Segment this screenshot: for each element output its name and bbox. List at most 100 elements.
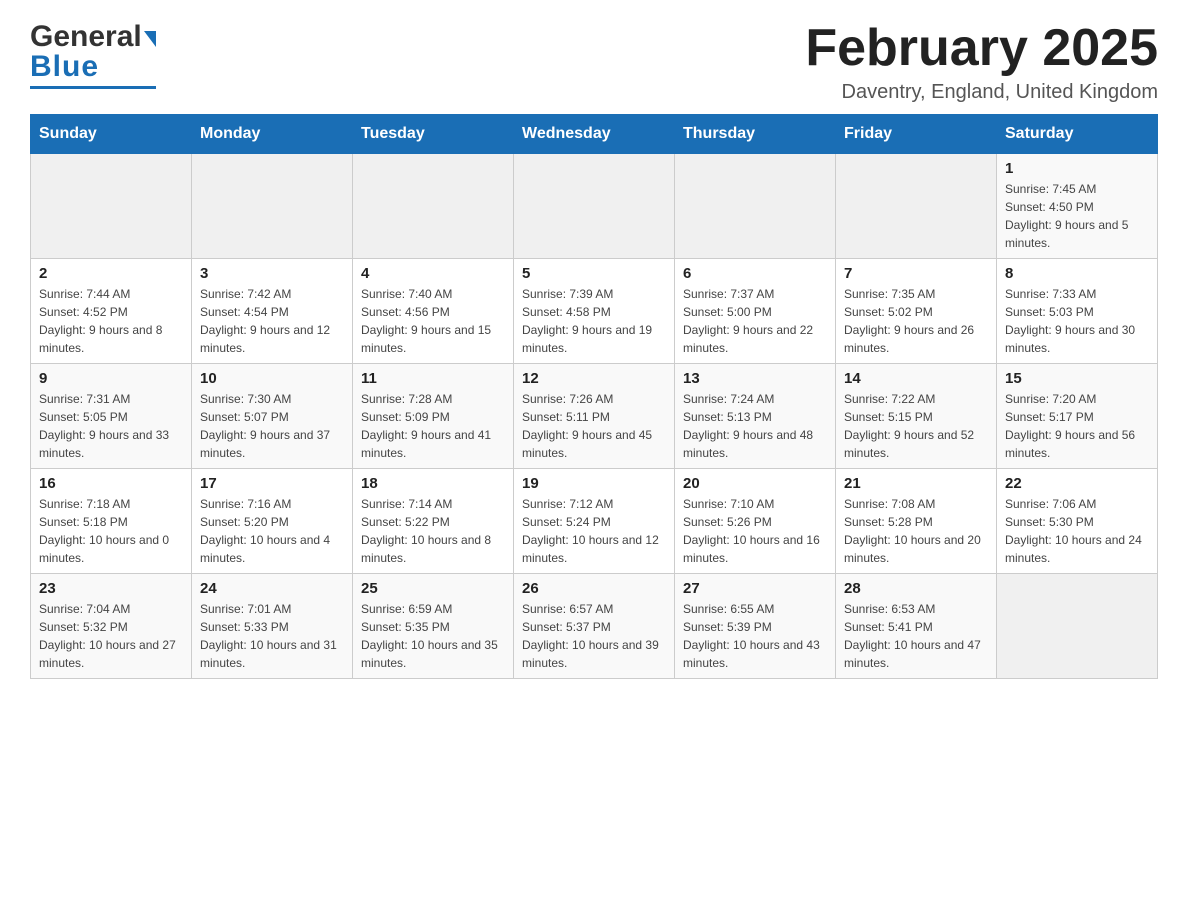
calendar-day-header: Tuesday [353, 115, 514, 154]
calendar-day-cell: 8 Sunrise: 7:33 AM Sunset: 5:03 PM Daylig… [997, 259, 1158, 364]
logo-triangle-icon [144, 31, 156, 47]
calendar-day-cell [997, 574, 1158, 679]
logo-text: General [30, 20, 156, 54]
calendar-day-cell: 9 Sunrise: 7:31 AM Sunset: 5:05 PM Daylig… [31, 364, 192, 469]
calendar-day-cell: 12 Sunrise: 7:26 AM Sunset: 5:11 PM Dayli… [514, 364, 675, 469]
calendar-day-cell: 25 Sunrise: 6:59 AM Sunset: 5:35 PM Dayli… [353, 574, 514, 679]
day-info: Sunrise: 7:44 AM Sunset: 4:52 PM Dayligh… [39, 285, 183, 357]
calendar-day-cell [192, 154, 353, 259]
day-number: 11 [361, 370, 505, 387]
day-info: Sunrise: 6:53 AM Sunset: 5:41 PM Dayligh… [844, 600, 988, 672]
logo-underline [30, 86, 156, 89]
day-info: Sunrise: 6:59 AM Sunset: 5:35 PM Dayligh… [361, 600, 505, 672]
calendar-day-cell [836, 154, 997, 259]
calendar-day-cell: 16 Sunrise: 7:18 AM Sunset: 5:18 PM Dayli… [31, 469, 192, 574]
day-number: 8 [1005, 265, 1149, 282]
day-number: 20 [683, 475, 827, 492]
calendar-day-cell: 6Sunrise: 7:37 AM Sunset: 5:00 PM Daylig… [675, 259, 836, 364]
day-info: Sunrise: 7:16 AM Sunset: 5:20 PM Dayligh… [200, 495, 344, 567]
day-info: Sunrise: 7:30 AM Sunset: 5:07 PM Dayligh… [200, 390, 344, 462]
calendar-day-cell [353, 154, 514, 259]
calendar-day-cell: 2Sunrise: 7:44 AM Sunset: 4:52 PM Daylig… [31, 259, 192, 364]
day-info: Sunrise: 7:42 AM Sunset: 4:54 PM Dayligh… [200, 285, 344, 357]
day-number: 24 [200, 580, 344, 597]
day-number: 18 [361, 475, 505, 492]
day-info: Sunrise: 7:40 AM Sunset: 4:56 PM Dayligh… [361, 285, 505, 357]
day-number: 16 [39, 475, 183, 492]
calendar-day-cell: 24 Sunrise: 7:01 AM Sunset: 5:33 PM Dayli… [192, 574, 353, 679]
day-number: 22 [1005, 475, 1149, 492]
day-info: Sunrise: 6:55 AM Sunset: 5:39 PM Dayligh… [683, 600, 827, 672]
calendar-week-row: 9 Sunrise: 7:31 AM Sunset: 5:05 PM Daylig… [31, 364, 1158, 469]
day-info: Sunrise: 7:20 AM Sunset: 5:17 PM Dayligh… [1005, 390, 1149, 462]
calendar-day-cell: 17Sunrise: 7:16 AM Sunset: 5:20 PM Dayli… [192, 469, 353, 574]
day-number: 26 [522, 580, 666, 597]
day-number: 4 [361, 265, 505, 282]
day-info: Sunrise: 7:31 AM Sunset: 5:05 PM Dayligh… [39, 390, 183, 462]
calendar-week-row: 1Sunrise: 7:45 AM Sunset: 4:50 PM Daylig… [31, 154, 1158, 259]
day-number: 12 [522, 370, 666, 387]
page-header: General Blue February 2025 Daventry, Eng… [30, 20, 1158, 104]
calendar-day-header: Sunday [31, 115, 192, 154]
logo-blue-text: Blue [30, 50, 99, 84]
day-info: Sunrise: 7:33 AM Sunset: 5:03 PM Dayligh… [1005, 285, 1149, 357]
day-info: Sunrise: 7:10 AM Sunset: 5:26 PM Dayligh… [683, 495, 827, 567]
day-info: Sunrise: 7:08 AM Sunset: 5:28 PM Dayligh… [844, 495, 988, 567]
calendar-day-cell [514, 154, 675, 259]
day-number: 21 [844, 475, 988, 492]
calendar-week-row: 2Sunrise: 7:44 AM Sunset: 4:52 PM Daylig… [31, 259, 1158, 364]
calendar-day-cell: 23 Sunrise: 7:04 AM Sunset: 5:32 PM Dayli… [31, 574, 192, 679]
day-info: Sunrise: 7:22 AM Sunset: 5:15 PM Dayligh… [844, 390, 988, 462]
calendar-day-cell: 21 Sunrise: 7:08 AM Sunset: 5:28 PM Dayli… [836, 469, 997, 574]
calendar-day-cell: 14 Sunrise: 7:22 AM Sunset: 5:15 PM Dayli… [836, 364, 997, 469]
day-number: 10 [200, 370, 344, 387]
day-number: 23 [39, 580, 183, 597]
day-number: 25 [361, 580, 505, 597]
calendar-day-cell: 22 Sunrise: 7:06 AM Sunset: 5:30 PM Dayli… [997, 469, 1158, 574]
calendar-day-cell: 15Sunrise: 7:20 AM Sunset: 5:17 PM Dayli… [997, 364, 1158, 469]
calendar-table: SundayMondayTuesdayWednesdayThursdayFrid… [30, 114, 1158, 679]
calendar-day-header: Friday [836, 115, 997, 154]
day-info: Sunrise: 7:12 AM Sunset: 5:24 PM Dayligh… [522, 495, 666, 567]
calendar-day-cell: 4 Sunrise: 7:40 AM Sunset: 4:56 PM Daylig… [353, 259, 514, 364]
day-number: 5 [522, 265, 666, 282]
day-info: Sunrise: 7:18 AM Sunset: 5:18 PM Dayligh… [39, 495, 183, 567]
logo: General Blue [30, 20, 156, 89]
day-info: Sunrise: 7:39 AM Sunset: 4:58 PM Dayligh… [522, 285, 666, 357]
calendar-day-header: Monday [192, 115, 353, 154]
day-info: Sunrise: 7:24 AM Sunset: 5:13 PM Dayligh… [683, 390, 827, 462]
calendar-day-header: Saturday [997, 115, 1158, 154]
day-info: Sunrise: 7:04 AM Sunset: 5:32 PM Dayligh… [39, 600, 183, 672]
calendar-day-cell: 19 Sunrise: 7:12 AM Sunset: 5:24 PM Dayli… [514, 469, 675, 574]
calendar-day-cell: 11Sunrise: 7:28 AM Sunset: 5:09 PM Dayli… [353, 364, 514, 469]
day-info: Sunrise: 7:14 AM Sunset: 5:22 PM Dayligh… [361, 495, 505, 567]
title-block: February 2025 Daventry, England, United … [805, 20, 1158, 104]
calendar-day-cell: 27Sunrise: 6:55 AM Sunset: 5:39 PM Dayli… [675, 574, 836, 679]
day-number: 14 [844, 370, 988, 387]
calendar-day-cell: 7Sunrise: 7:35 AM Sunset: 5:02 PM Daylig… [836, 259, 997, 364]
calendar-day-header: Wednesday [514, 115, 675, 154]
calendar-day-cell [675, 154, 836, 259]
calendar-day-cell: 1Sunrise: 7:45 AM Sunset: 4:50 PM Daylig… [997, 154, 1158, 259]
calendar-week-row: 23 Sunrise: 7:04 AM Sunset: 5:32 PM Dayli… [31, 574, 1158, 679]
calendar-header-row: SundayMondayTuesdayWednesdayThursdayFrid… [31, 115, 1158, 154]
calendar-day-cell: 13Sunrise: 7:24 AM Sunset: 5:13 PM Dayli… [675, 364, 836, 469]
day-info: Sunrise: 7:26 AM Sunset: 5:11 PM Dayligh… [522, 390, 666, 462]
calendar-day-cell: 10 Sunrise: 7:30 AM Sunset: 5:07 PM Dayli… [192, 364, 353, 469]
location: Daventry, England, United Kingdom [805, 81, 1158, 104]
day-number: 3 [200, 265, 344, 282]
calendar-day-cell: 20 Sunrise: 7:10 AM Sunset: 5:26 PM Dayli… [675, 469, 836, 574]
day-number: 9 [39, 370, 183, 387]
day-info: Sunrise: 7:01 AM Sunset: 5:33 PM Dayligh… [200, 600, 344, 672]
calendar-day-header: Thursday [675, 115, 836, 154]
calendar-day-cell: 18 Sunrise: 7:14 AM Sunset: 5:22 PM Dayli… [353, 469, 514, 574]
day-number: 19 [522, 475, 666, 492]
day-info: Sunrise: 7:35 AM Sunset: 5:02 PM Dayligh… [844, 285, 988, 357]
calendar-day-cell [31, 154, 192, 259]
calendar-day-cell: 5 Sunrise: 7:39 AM Sunset: 4:58 PM Daylig… [514, 259, 675, 364]
month-title: February 2025 [805, 20, 1158, 77]
calendar-day-cell: 26Sunrise: 6:57 AM Sunset: 5:37 PM Dayli… [514, 574, 675, 679]
calendar-day-cell: 3 Sunrise: 7:42 AM Sunset: 4:54 PM Daylig… [192, 259, 353, 364]
day-info: Sunrise: 7:06 AM Sunset: 5:30 PM Dayligh… [1005, 495, 1149, 567]
day-info: Sunrise: 7:37 AM Sunset: 5:00 PM Dayligh… [683, 285, 827, 357]
